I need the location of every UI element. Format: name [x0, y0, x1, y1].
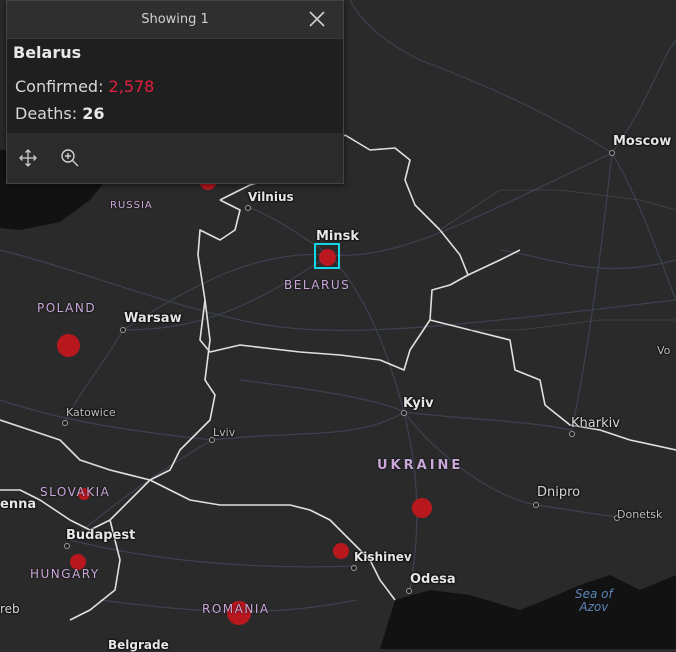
- city-label-minsk: Minsk: [316, 229, 360, 244]
- deaths-value: 26: [82, 104, 105, 123]
- city-label-lviv: Lviv: [213, 426, 236, 439]
- city-label-kyiv: Kyiv: [403, 396, 434, 411]
- city-dot-dnipro: [533, 502, 539, 508]
- sea-label-azov-line2: Azov: [579, 600, 609, 614]
- case-marker[interactable]: [57, 334, 80, 357]
- city-dot-kishinev: [351, 565, 357, 571]
- country-label-russia: RUSSIA: [110, 200, 153, 211]
- city-label-katowice: Katowice: [66, 406, 116, 419]
- case-marker[interactable]: [333, 543, 349, 559]
- popup-body: Belarus Confirmed: 2,578 Deaths: 26: [7, 39, 343, 133]
- city-dot-katowice: [62, 420, 68, 426]
- city-dot-budapest: [64, 543, 70, 549]
- city-label-vo: Vo: [657, 344, 671, 357]
- country-label-slovakia: SLOVAKIA: [40, 485, 111, 499]
- confirmed-label: Confirmed:: [15, 77, 104, 96]
- city-dot-warsaw: [120, 327, 126, 333]
- city-label-budapest: Budapest: [66, 528, 136, 543]
- city-label-odesa: Odesa: [410, 572, 456, 587]
- confirmed-row: Confirmed: 2,578: [13, 73, 337, 100]
- popup-header-title: Showing 1: [141, 12, 209, 27]
- country-label-ukraine: UKRAINE: [377, 458, 464, 473]
- feature-popup: Showing 1 Belarus Confirmed: 2,578 Death…: [6, 0, 344, 184]
- city-label-vilnius: Vilnius: [248, 190, 294, 204]
- city-dot-vilnius: [245, 205, 251, 211]
- city-label-zagreb: reb: [0, 602, 20, 616]
- sea-label-azov: Sea of Azov: [575, 588, 613, 614]
- pan-move-icon: [19, 149, 37, 167]
- confirmed-value: 2,578: [108, 77, 155, 96]
- city-label-vienna: enna: [0, 497, 37, 512]
- city-label-kishinev: Kishinev: [354, 550, 412, 564]
- close-button[interactable]: [307, 9, 327, 29]
- city-label-belgrade: Belgrade: [108, 638, 169, 652]
- case-marker[interactable]: [412, 498, 432, 518]
- city-label-donetsk: Donetsk: [617, 508, 663, 521]
- city-label-warsaw: Warsaw: [124, 311, 182, 326]
- pan-to-button[interactable]: [16, 146, 40, 170]
- close-icon: [309, 11, 325, 27]
- deaths-row: Deaths: 26: [13, 100, 337, 127]
- popup-actions: [7, 133, 343, 183]
- city-label-moscow: Moscow: [613, 134, 672, 149]
- city-dot-moscow: [609, 150, 615, 156]
- city-label-dnipro: Dnipro: [537, 485, 581, 500]
- city-dot-odesa: [406, 588, 412, 594]
- zoom-in-icon: [61, 149, 79, 167]
- selection-highlight: [314, 243, 340, 269]
- city-dot-kharkiv: [569, 431, 575, 437]
- country-label-hungary: HUNGARY: [30, 567, 100, 581]
- popup-header: Showing 1: [7, 1, 343, 39]
- country-label-belarus: BELARUS: [284, 278, 351, 292]
- popup-title: Belarus: [13, 43, 82, 62]
- deaths-label: Deaths:: [15, 104, 78, 123]
- city-label-kharkiv: Kharkiv: [571, 416, 620, 431]
- zoom-to-button[interactable]: [58, 146, 82, 170]
- country-label-poland: POLAND: [37, 301, 97, 315]
- country-label-romania: ROMANIA: [202, 602, 270, 616]
